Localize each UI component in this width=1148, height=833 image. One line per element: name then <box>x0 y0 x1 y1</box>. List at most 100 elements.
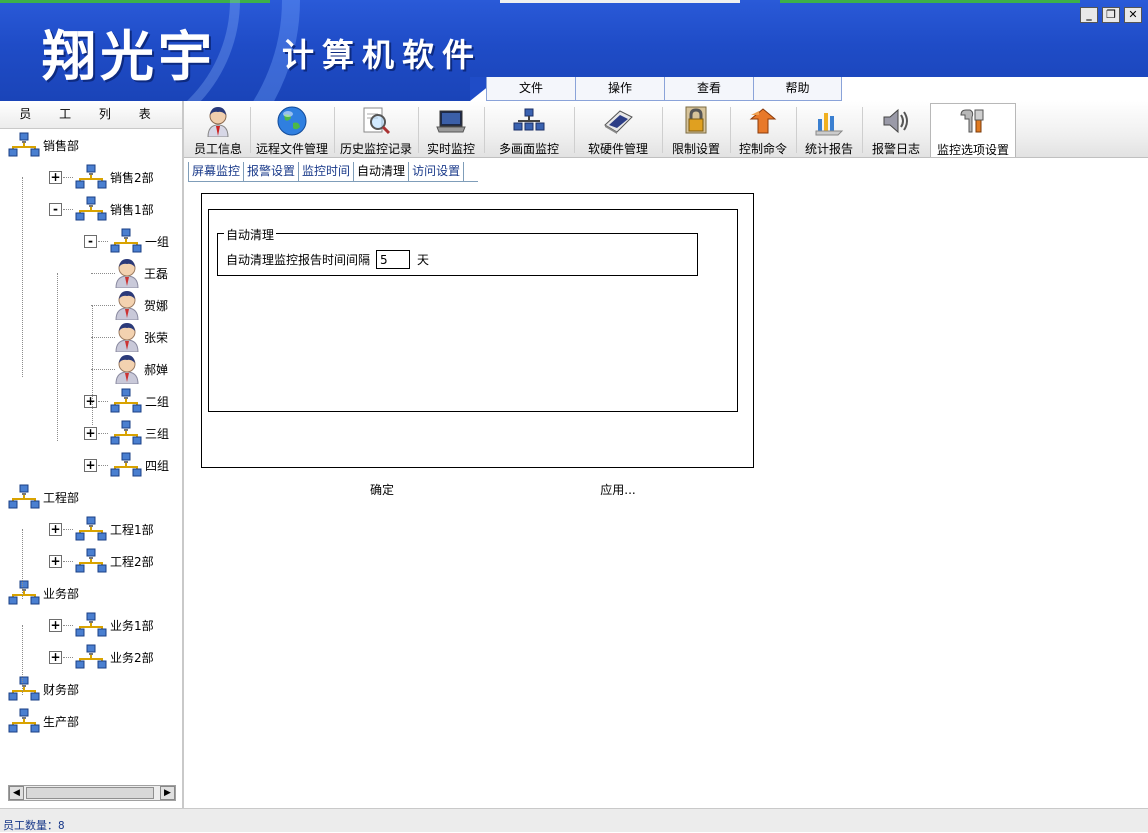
auto-clean-group-title: 自动清理 <box>224 226 277 243</box>
tree-department-node[interactable]: 销售2部 <box>75 163 154 191</box>
expand-icon[interactable]: + <box>49 171 62 184</box>
employee-avatar-icon <box>113 258 141 289</box>
restore-icon[interactable]: ❐ <box>1102 7 1120 23</box>
department-network-icon <box>8 708 40 734</box>
toolbar-button-lock[interactable]: 限制设置 <box>662 103 730 157</box>
department-network-icon <box>110 452 142 478</box>
expand-icon[interactable]: + <box>49 555 62 568</box>
toolbar-button-label: 控制命令 <box>738 142 787 156</box>
tree-department-node[interactable]: 二组 <box>110 387 169 415</box>
toolbar-button-speaker[interactable]: 报警日志 <box>862 103 930 157</box>
clean-interval-label: 自动清理监控报告时间间隔 <box>226 253 371 267</box>
toolbar-button-label: 统计报告 <box>804 142 853 156</box>
menu-item[interactable]: 帮助 <box>753 77 842 101</box>
network-icon <box>513 105 545 137</box>
tree-employee-node[interactable]: 王磊 <box>113 258 168 289</box>
clean-interval-input[interactable] <box>376 250 410 269</box>
tree-node-label: 工程1部 <box>110 522 154 537</box>
toolbar-button-magnifier-document[interactable]: 历史监控记录 <box>334 103 418 157</box>
toolbar-button-laptop[interactable]: 实时监控 <box>418 103 484 157</box>
toolbar-button-label: 多画面监控 <box>498 142 559 156</box>
toolbar-button-network[interactable]: 多画面监控 <box>484 103 574 157</box>
expand-icon[interactable]: + <box>84 427 97 440</box>
tree-department-node[interactable]: 业务1部 <box>75 611 154 639</box>
scroll-thumb[interactable] <box>26 787 154 799</box>
expand-icon[interactable]: + <box>49 619 62 632</box>
tree-node-label: 工程2部 <box>110 554 154 569</box>
user-info-icon <box>202 105 234 138</box>
collapse-icon[interactable]: - <box>49 203 62 216</box>
department-network-icon <box>75 164 107 190</box>
tree-employee-node[interactable]: 郝婵 <box>113 354 168 385</box>
menu-item[interactable]: 查看 <box>664 77 753 101</box>
tree-department-node[interactable]: 销售部 <box>8 131 79 159</box>
toolbar-button-tools[interactable]: 监控选项设置 <box>930 103 1016 157</box>
tree-node-label: 三组 <box>145 426 170 441</box>
employee-avatar-icon <box>113 290 141 321</box>
command-icon <box>747 105 779 137</box>
tree-department-node[interactable]: 财务部 <box>8 675 79 703</box>
tree-node-label: 张荣 <box>144 330 169 345</box>
laptop-icon <box>435 105 467 137</box>
tree-node-label: 销售部 <box>43 138 80 153</box>
app-header: 翔光宇 计算机软件 _ ❐ ✕ 文件 操作 查看 帮助 <box>0 0 1148 101</box>
collapse-icon[interactable]: - <box>84 235 97 248</box>
expand-icon[interactable]: + <box>49 651 62 664</box>
ok-button[interactable]: 确定 <box>360 481 404 499</box>
toolbar-button-label: 软硬件管理 <box>587 142 648 156</box>
tree-node-label: 生产部 <box>43 714 80 729</box>
tree-department-node[interactable]: 四组 <box>110 451 169 479</box>
toolbar-button-globe[interactable]: 远程文件管理 <box>250 103 334 157</box>
toolbar-button-report[interactable]: 统计报告 <box>796 103 862 157</box>
tree-department-node[interactable]: 一组 <box>110 227 169 255</box>
magnifier-document-icon <box>360 105 392 137</box>
tree-department-node[interactable]: 工程部 <box>8 483 79 511</box>
tree-department-node[interactable]: 工程1部 <box>75 515 154 543</box>
toolbar-button-hardware[interactable]: 软硬件管理 <box>574 103 662 157</box>
hardware-icon <box>602 105 634 137</box>
menu-item[interactable]: 文件 <box>486 77 575 101</box>
tree-horizontal-scrollbar[interactable]: ◀ ▶ <box>8 785 176 801</box>
subtab[interactable]: 监控时间 <box>299 162 355 181</box>
subtab[interactable]: 访问设置 <box>409 162 465 181</box>
expand-icon[interactable]: + <box>84 395 97 408</box>
department-network-icon <box>8 676 40 702</box>
speaker-icon <box>880 105 912 137</box>
main-toolbar: 员工信息 远程文件管理 历史监控记录 实时监控 多画面监控 软硬件管理 限制设置 控制命令 统计… <box>184 101 1148 158</box>
department-network-icon <box>75 196 107 222</box>
tree-node-label: 业务部 <box>43 586 80 601</box>
menu-item[interactable]: 操作 <box>575 77 664 101</box>
tree-department-node[interactable]: 三组 <box>110 419 169 447</box>
tree-department-node[interactable]: 工程2部 <box>75 547 154 575</box>
subtab[interactable]: 屏幕监控 <box>188 162 245 181</box>
subtab[interactable]: 报警设置 <box>244 162 300 181</box>
toolbar-button-label: 员工信息 <box>193 142 242 156</box>
tree-node-label: 四组 <box>145 458 170 473</box>
lock-icon <box>680 105 712 137</box>
department-network-icon <box>110 420 142 446</box>
tree-department-node[interactable]: 业务2部 <box>75 643 154 671</box>
expand-icon[interactable]: + <box>49 523 62 536</box>
tree-department-node[interactable]: 生产部 <box>8 707 79 735</box>
toolbar-button-label: 实时监控 <box>426 142 475 156</box>
tree-employee-node[interactable]: 贺娜 <box>113 290 169 321</box>
tree-department-node[interactable]: 销售1部 <box>75 195 154 223</box>
tree-department-node[interactable]: 业务部 <box>8 579 79 607</box>
tree-node-label: 销售1部 <box>110 202 154 217</box>
subtab[interactable]: 自动清理 <box>354 162 410 181</box>
scroll-right-arrow-icon[interactable]: ▶ <box>160 786 175 800</box>
department-network-icon <box>8 484 40 510</box>
tree-node-label: 业务1部 <box>110 618 154 633</box>
employee-avatar-icon <box>113 354 141 385</box>
toolbar-button-label: 限制设置 <box>671 142 720 156</box>
toolbar-button-user-info[interactable]: 员工信息 <box>186 103 250 157</box>
scroll-left-arrow-icon[interactable]: ◀ <box>9 786 24 800</box>
apply-button[interactable]: 应用... <box>591 481 645 499</box>
minimize-icon[interactable]: _ <box>1080 7 1098 23</box>
close-icon[interactable]: ✕ <box>1124 7 1142 23</box>
tree-employee-node[interactable]: 张荣 <box>113 323 169 353</box>
department-network-icon <box>75 548 107 574</box>
toolbar-button-command[interactable]: 控制命令 <box>730 103 796 157</box>
expand-icon[interactable]: + <box>84 459 97 472</box>
tree-node-label: 贺娜 <box>144 298 169 313</box>
